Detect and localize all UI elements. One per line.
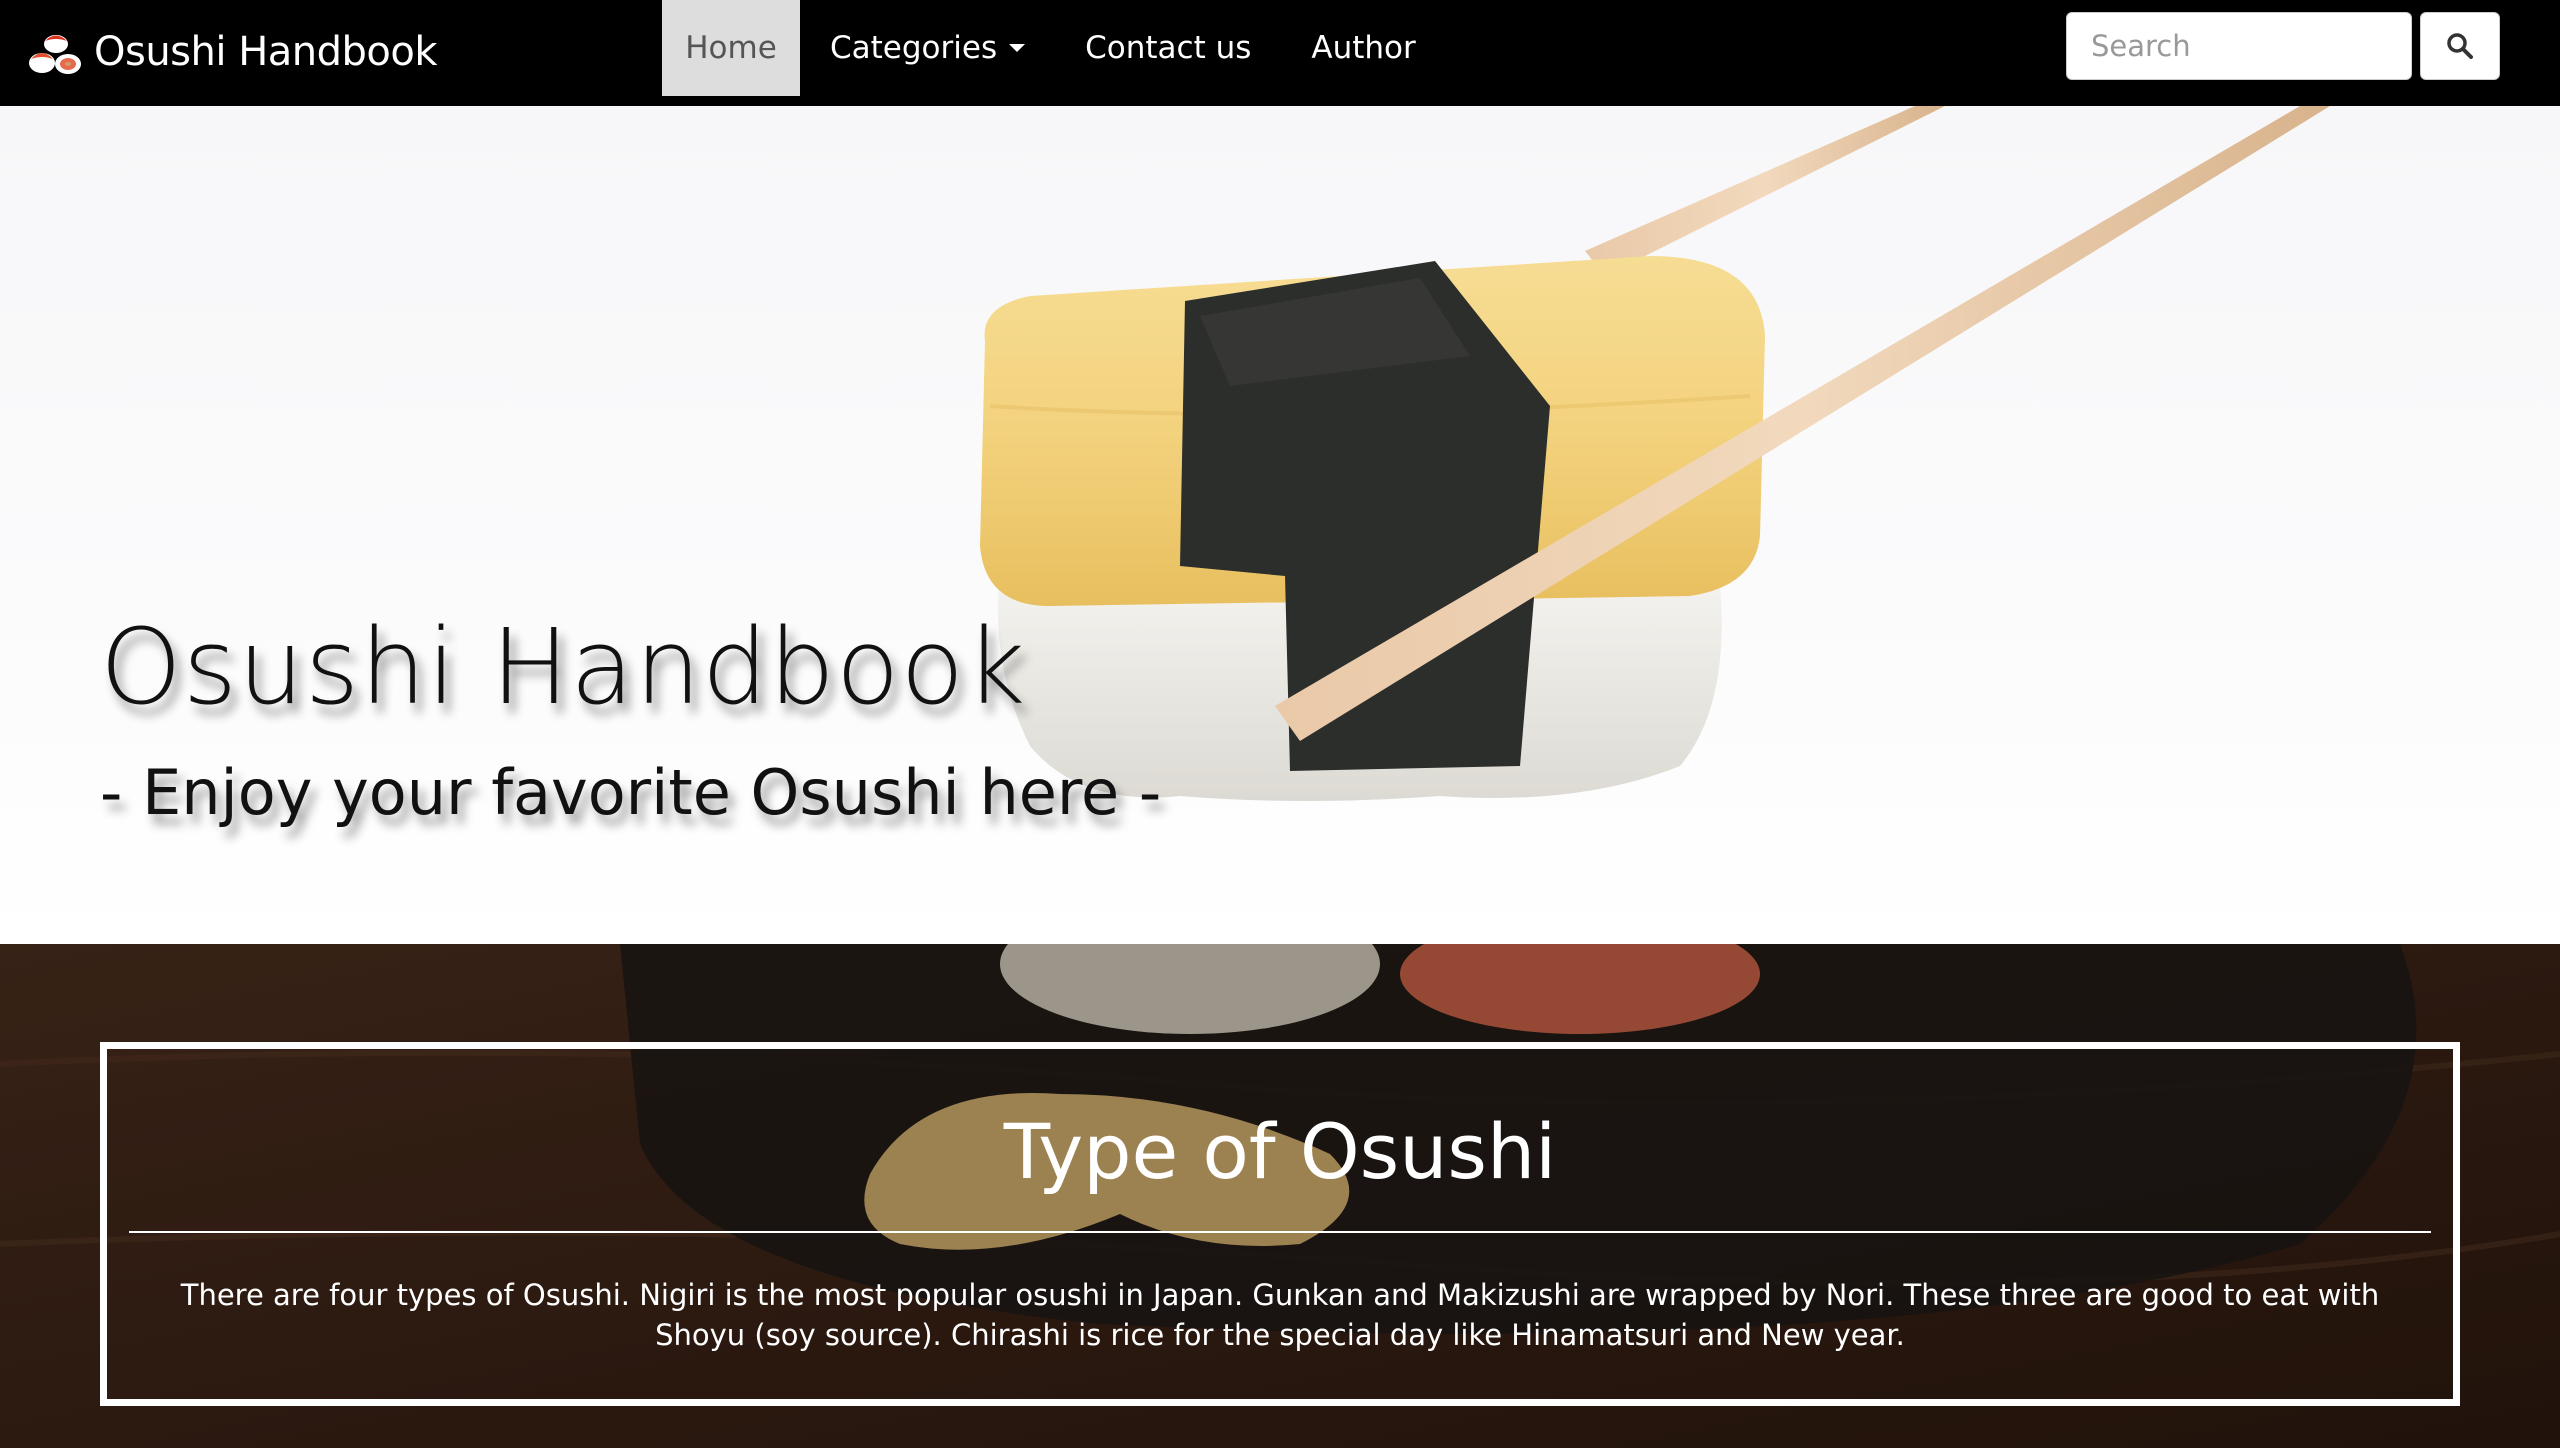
nav-home[interactable]: Home [662, 0, 800, 96]
caret-down-icon [1009, 44, 1026, 52]
search-button[interactable] [2420, 12, 2500, 80]
types-section: Type of Osushi There are four types of O… [0, 944, 2560, 1448]
sushi-logo-icon [29, 35, 81, 74]
nav-contact[interactable]: Contact us [1055, 0, 1281, 96]
search-icon [2447, 33, 2473, 59]
hero-subtitle: - Enjoy your favorite Osushi here - [100, 756, 1162, 829]
hero-title: Osushi Handbook [100, 606, 1027, 728]
types-title: Type of Osushi [1003, 1107, 1557, 1196]
brand-text: Osushi Handbook [94, 29, 438, 75]
nav-links: Home Categories Contact us Author [662, 0, 1446, 96]
nav-categories-dropdown[interactable]: Categories [800, 0, 1055, 96]
divider [129, 1231, 2431, 1233]
brand-link[interactable]: Osushi Handbook [28, 24, 438, 80]
search-input[interactable] [2066, 12, 2412, 80]
nav-categories-label: Categories [830, 30, 998, 66]
hero-banner: Osushi Handbook - Enjoy your favorite Os… [0, 106, 2560, 944]
top-navbar: Osushi Handbook Home Categories Contact … [0, 0, 2560, 106]
types-info-box: Type of Osushi There are four types of O… [100, 1042, 2460, 1406]
types-description: There are four types of Osushi. Nigiri i… [180, 1278, 2380, 1352]
nav-author[interactable]: Author [1281, 0, 1445, 96]
